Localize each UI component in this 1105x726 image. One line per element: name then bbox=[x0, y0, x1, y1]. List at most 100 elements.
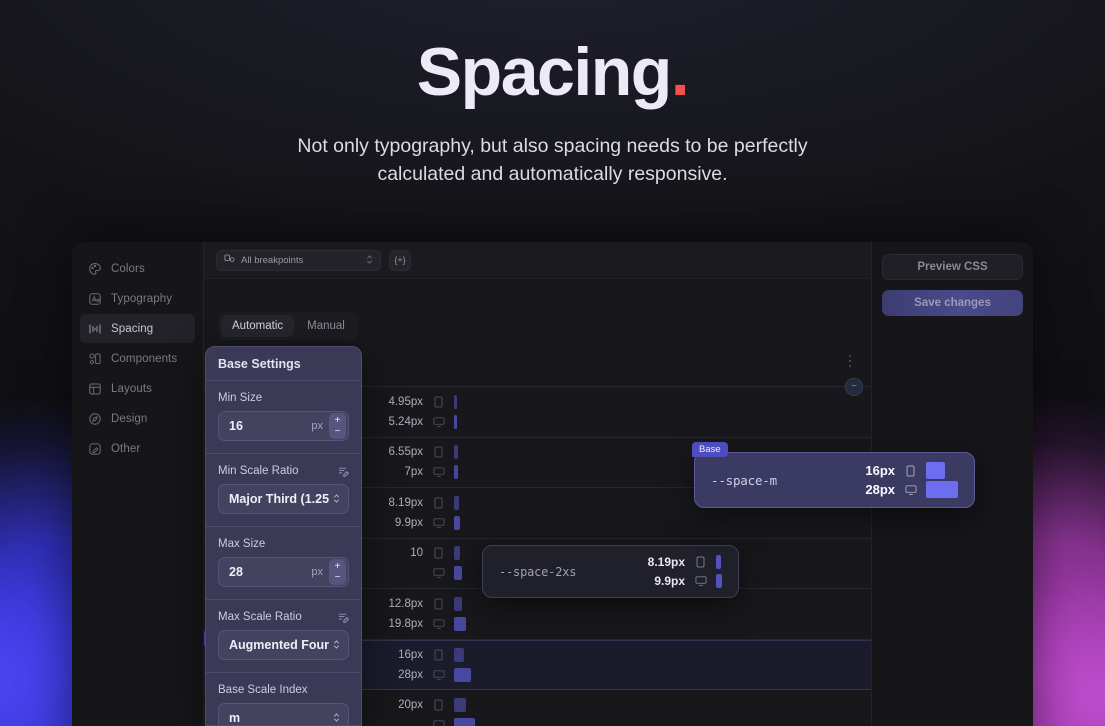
min-size-label: Min Size bbox=[218, 392, 349, 404]
min-size-field[interactable]: 16 px + − bbox=[218, 411, 349, 441]
add-breakpoint-button[interactable]: {+} bbox=[389, 249, 411, 271]
max-ratio-label-text: Max Scale Ratio bbox=[218, 611, 302, 623]
value-min: 16px bbox=[398, 648, 423, 661]
bar-min bbox=[454, 697, 467, 712]
typography-icon bbox=[88, 292, 102, 306]
value-min: 10 bbox=[410, 547, 423, 560]
min-size-stepper[interactable]: + − bbox=[329, 413, 346, 439]
max-size-stepper[interactable]: + − bbox=[329, 559, 346, 585]
desktop-icon bbox=[432, 466, 445, 478]
value-min: 20px bbox=[398, 698, 423, 711]
preview-css-button[interactable]: Preview CSS bbox=[882, 254, 1023, 280]
page-title-dot: . bbox=[670, 34, 690, 110]
hover-card-space-2xs: --space-2xs 8.19px 9.9px bbox=[482, 545, 739, 598]
components-icon bbox=[88, 352, 102, 366]
mobile-icon bbox=[432, 699, 445, 711]
sidebar-item-label: Colors bbox=[111, 262, 145, 275]
token-values: 12.8px 19.8px bbox=[367, 596, 467, 632]
bar-max bbox=[926, 481, 958, 498]
stepper-down-icon[interactable]: − bbox=[335, 572, 341, 583]
edit-ratio-icon[interactable] bbox=[338, 466, 349, 477]
max-ratio-label: Max Scale Ratio bbox=[218, 611, 349, 623]
value-min: 16px bbox=[865, 463, 895, 478]
min-ratio-label-text: Min Scale Ratio bbox=[218, 465, 299, 477]
tab-automatic[interactable]: Automatic bbox=[221, 315, 295, 337]
spacing-icon bbox=[88, 322, 102, 336]
max-ratio-select[interactable]: Augmented Fourth ( bbox=[218, 630, 349, 660]
save-changes-button[interactable]: Save changes bbox=[882, 290, 1023, 316]
token-name: --space-2xs bbox=[499, 564, 577, 579]
breakpoint-select[interactable]: All breakpoints bbox=[216, 249, 381, 271]
value-mobile: 16px bbox=[843, 462, 958, 479]
sidebar-item-spacing[interactable]: Spacing bbox=[80, 314, 195, 343]
max-size-unit: px bbox=[311, 566, 323, 578]
vertical-dots-icon[interactable] bbox=[843, 352, 857, 370]
token-name: --space-m bbox=[711, 472, 777, 488]
desktop-icon bbox=[694, 575, 707, 587]
min-size-unit: px bbox=[311, 420, 323, 432]
base-index-label: Base Scale Index bbox=[218, 684, 349, 696]
max-size-value: 28 bbox=[229, 565, 243, 579]
base-index-select[interactable]: m bbox=[218, 703, 349, 725]
sidebar-item-label: Components bbox=[111, 352, 178, 365]
value-desktop: 28px bbox=[843, 481, 958, 498]
bar-min bbox=[454, 495, 459, 510]
min-size-section: Min Size 16 px + − bbox=[206, 381, 361, 454]
hover-card-space-m: Base --space-m 16px 28px bbox=[692, 442, 975, 508]
desktop-icon bbox=[432, 618, 445, 630]
max-size-field[interactable]: 28 px + − bbox=[218, 557, 349, 587]
min-size-value: 16 bbox=[229, 419, 243, 433]
sidebar-item-colors[interactable]: Colors bbox=[80, 254, 195, 283]
desktop-icon bbox=[432, 567, 445, 579]
bar-max bbox=[454, 414, 457, 429]
base-settings-panel: Base Settings Min Size 16 px + − Min Sca… bbox=[205, 346, 362, 726]
value-max: 28px bbox=[865, 482, 895, 497]
desktop-icon bbox=[904, 484, 917, 496]
sidebar-item-design[interactable]: Design bbox=[80, 404, 195, 433]
value-max: 9.9px bbox=[654, 574, 685, 588]
bar-max bbox=[454, 717, 476, 726]
value-max: 19.8px bbox=[388, 617, 423, 630]
token-values: 16px 28px bbox=[843, 462, 958, 498]
remove-step-button[interactable]: − bbox=[845, 378, 863, 396]
bar-max bbox=[454, 566, 463, 581]
value-max: 9.9px bbox=[394, 516, 423, 529]
bar-min bbox=[716, 555, 721, 569]
value-min: 12.8px bbox=[388, 597, 423, 610]
sidebar-item-layouts[interactable]: Layouts bbox=[80, 374, 195, 403]
token-values: 8.19px 9.9px bbox=[633, 554, 722, 589]
value-desktop bbox=[367, 565, 463, 581]
sidebar-item-typography[interactable]: Typography bbox=[80, 284, 195, 313]
sidebar-item-other[interactable]: Other bbox=[80, 434, 195, 463]
tab-manual[interactable]: Manual bbox=[296, 315, 356, 337]
palette-icon bbox=[88, 262, 102, 276]
page-root: Spacing. Not only typography, but also s… bbox=[0, 0, 1105, 726]
min-ratio-label: Min Scale Ratio bbox=[218, 465, 349, 477]
mobile-icon bbox=[694, 556, 707, 568]
bar-max bbox=[716, 574, 722, 588]
base-index-section: Base Scale Index m bbox=[206, 673, 361, 725]
stepper-up-icon[interactable]: + bbox=[335, 561, 341, 572]
stepper-up-icon[interactable]: + bbox=[335, 415, 341, 426]
value-min: 4.95px bbox=[388, 395, 423, 408]
value-mobile: 4.95px bbox=[367, 394, 457, 410]
min-ratio-select[interactable]: Major Third (1.25) bbox=[218, 484, 349, 514]
bar-min bbox=[454, 546, 461, 561]
value-mobile: 12.8px bbox=[367, 596, 466, 612]
bar-max bbox=[454, 616, 467, 631]
edit-ratio-icon[interactable] bbox=[338, 612, 349, 623]
mobile-icon bbox=[432, 547, 445, 559]
bar-min bbox=[926, 462, 945, 479]
sidebar-item-components[interactable]: Components bbox=[80, 344, 195, 373]
value-max: 28px bbox=[398, 668, 423, 681]
desktop-icon bbox=[432, 719, 445, 726]
stepper-down-icon[interactable]: − bbox=[335, 426, 341, 437]
chevron-updown-icon bbox=[366, 254, 373, 267]
token-values: 20px bbox=[367, 697, 476, 726]
value-min: 6.55px bbox=[388, 446, 423, 459]
bar-min bbox=[454, 647, 464, 662]
value-max: 7px bbox=[404, 466, 423, 479]
value-desktop: 7px bbox=[367, 464, 459, 480]
mobile-icon bbox=[432, 598, 445, 610]
bar-min bbox=[454, 596, 463, 611]
